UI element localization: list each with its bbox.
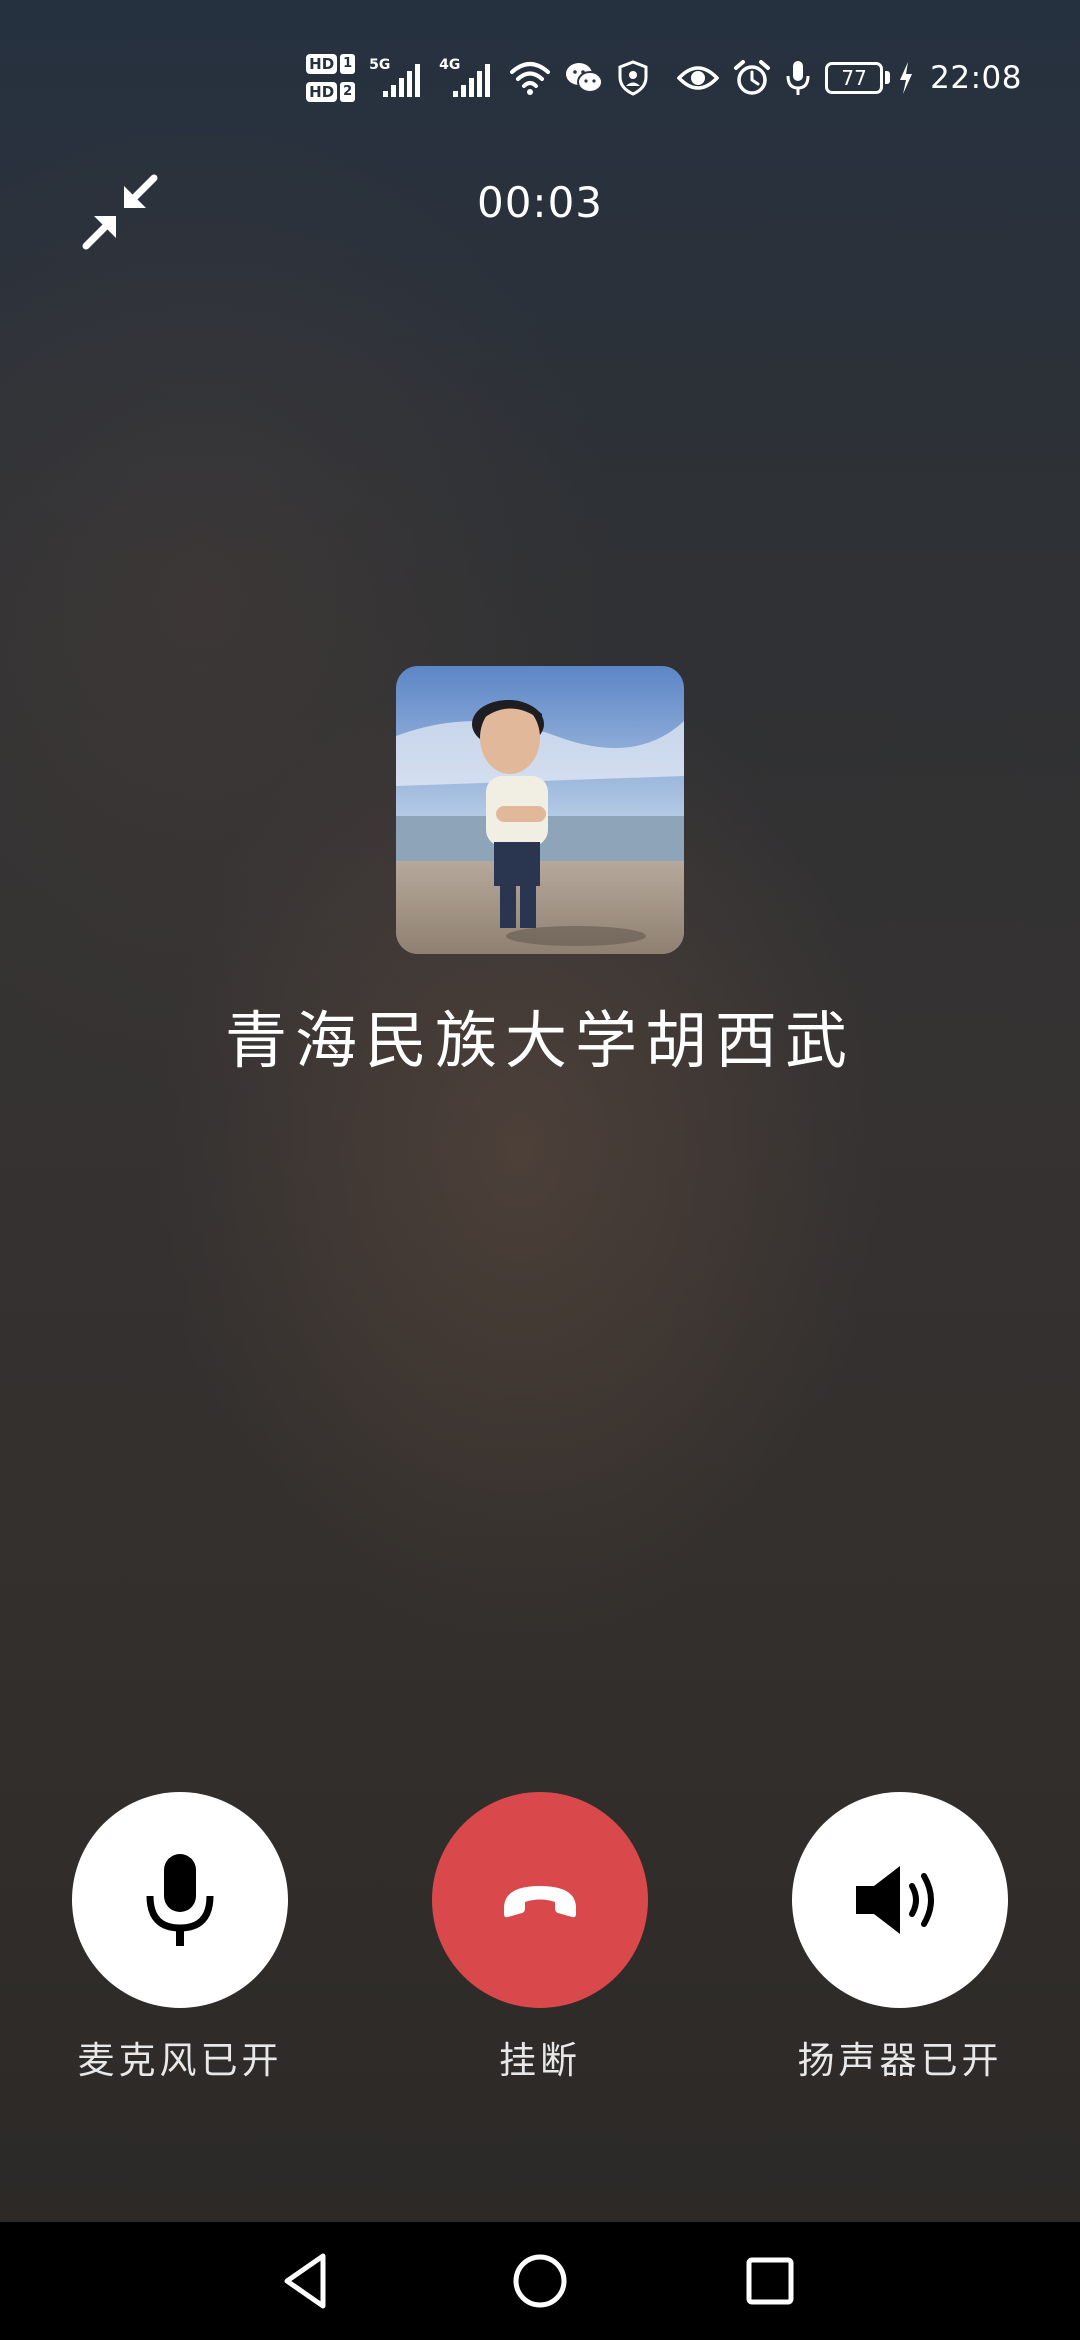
battery-icon: 77: [825, 61, 891, 94]
speaker-label: 扬声器已开: [797, 2039, 1003, 2082]
hd-indicators: HD 1 HD 2: [306, 53, 356, 102]
back-button[interactable]: [273, 2246, 343, 2316]
shield-icon: [617, 59, 649, 96]
hd1-icon: HD 1: [306, 53, 356, 74]
back-icon: [284, 2253, 326, 2309]
charging-icon: [898, 61, 914, 95]
hangup-label: 挂断: [499, 2039, 581, 2082]
alarm-icon: [733, 59, 771, 97]
wifi-icon: [509, 60, 551, 96]
hd2-icon: HD 2: [306, 81, 356, 102]
eye-icon: [677, 63, 720, 93]
caller-name: 青海民族大学胡西武: [224, 1004, 855, 1077]
caller-avatar: [396, 666, 684, 954]
speaker-button[interactable]: [792, 1792, 1008, 2008]
microphone-button[interactable]: [72, 1792, 288, 2008]
status-bar: HD 1 HD 2 5G 4G 77 22:08: [306, 40, 1022, 115]
microphone-label: 麦克风已开: [77, 2039, 283, 2082]
hangup-button[interactable]: [432, 1792, 648, 2008]
home-button[interactable]: [505, 2246, 575, 2316]
home-icon: [513, 2254, 567, 2308]
wechat-icon: [565, 61, 604, 95]
status-clock: 22:08: [930, 59, 1022, 96]
hangup-phone-icon: [504, 1886, 576, 1918]
microphone-icon: [146, 1854, 214, 1946]
signal-4g-icon: 4G: [439, 57, 495, 99]
signal-5g-icon: 5G: [369, 57, 425, 99]
navigation-bar: [0, 2222, 1080, 2340]
call-duration: 00:03: [476, 178, 604, 227]
recent-apps-icon: [746, 2257, 794, 2305]
mic-status-icon: [785, 59, 811, 97]
speaker-icon: [856, 1866, 934, 1934]
recent-apps-button[interactable]: [735, 2246, 805, 2316]
